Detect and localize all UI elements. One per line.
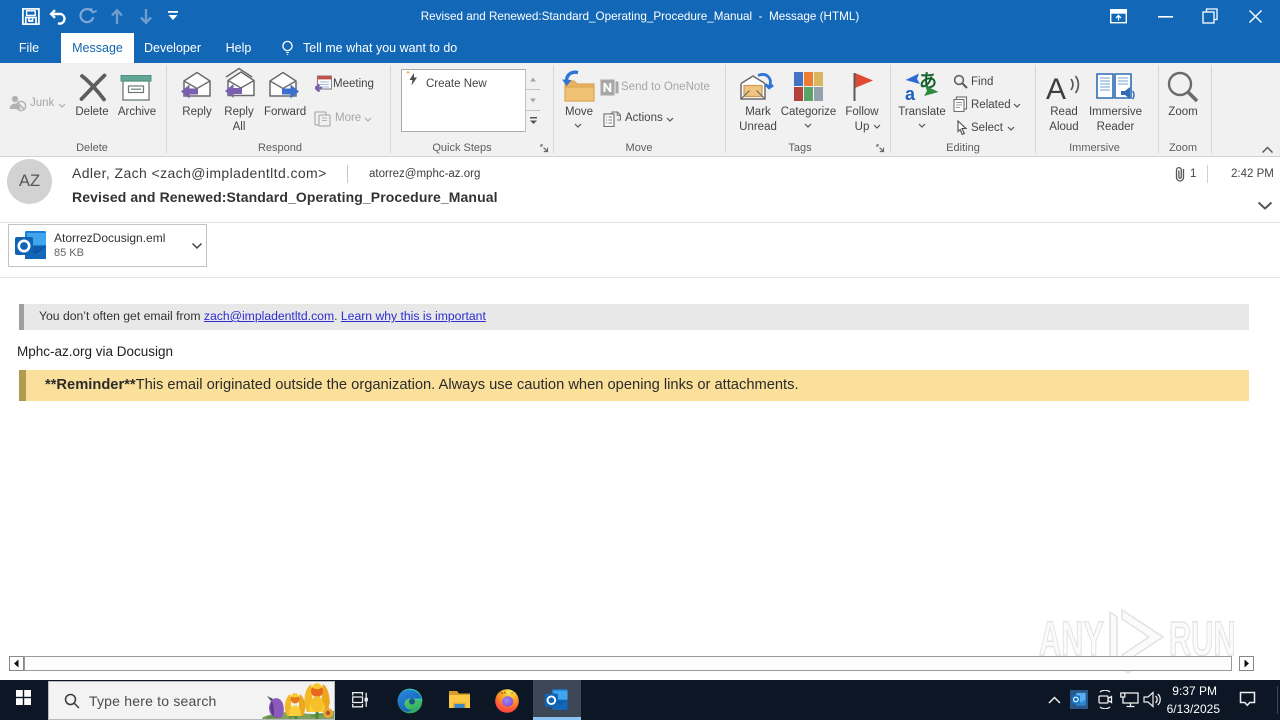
svg-text:a: a <box>905 84 916 103</box>
svg-text:A: A <box>1046 73 1066 103</box>
